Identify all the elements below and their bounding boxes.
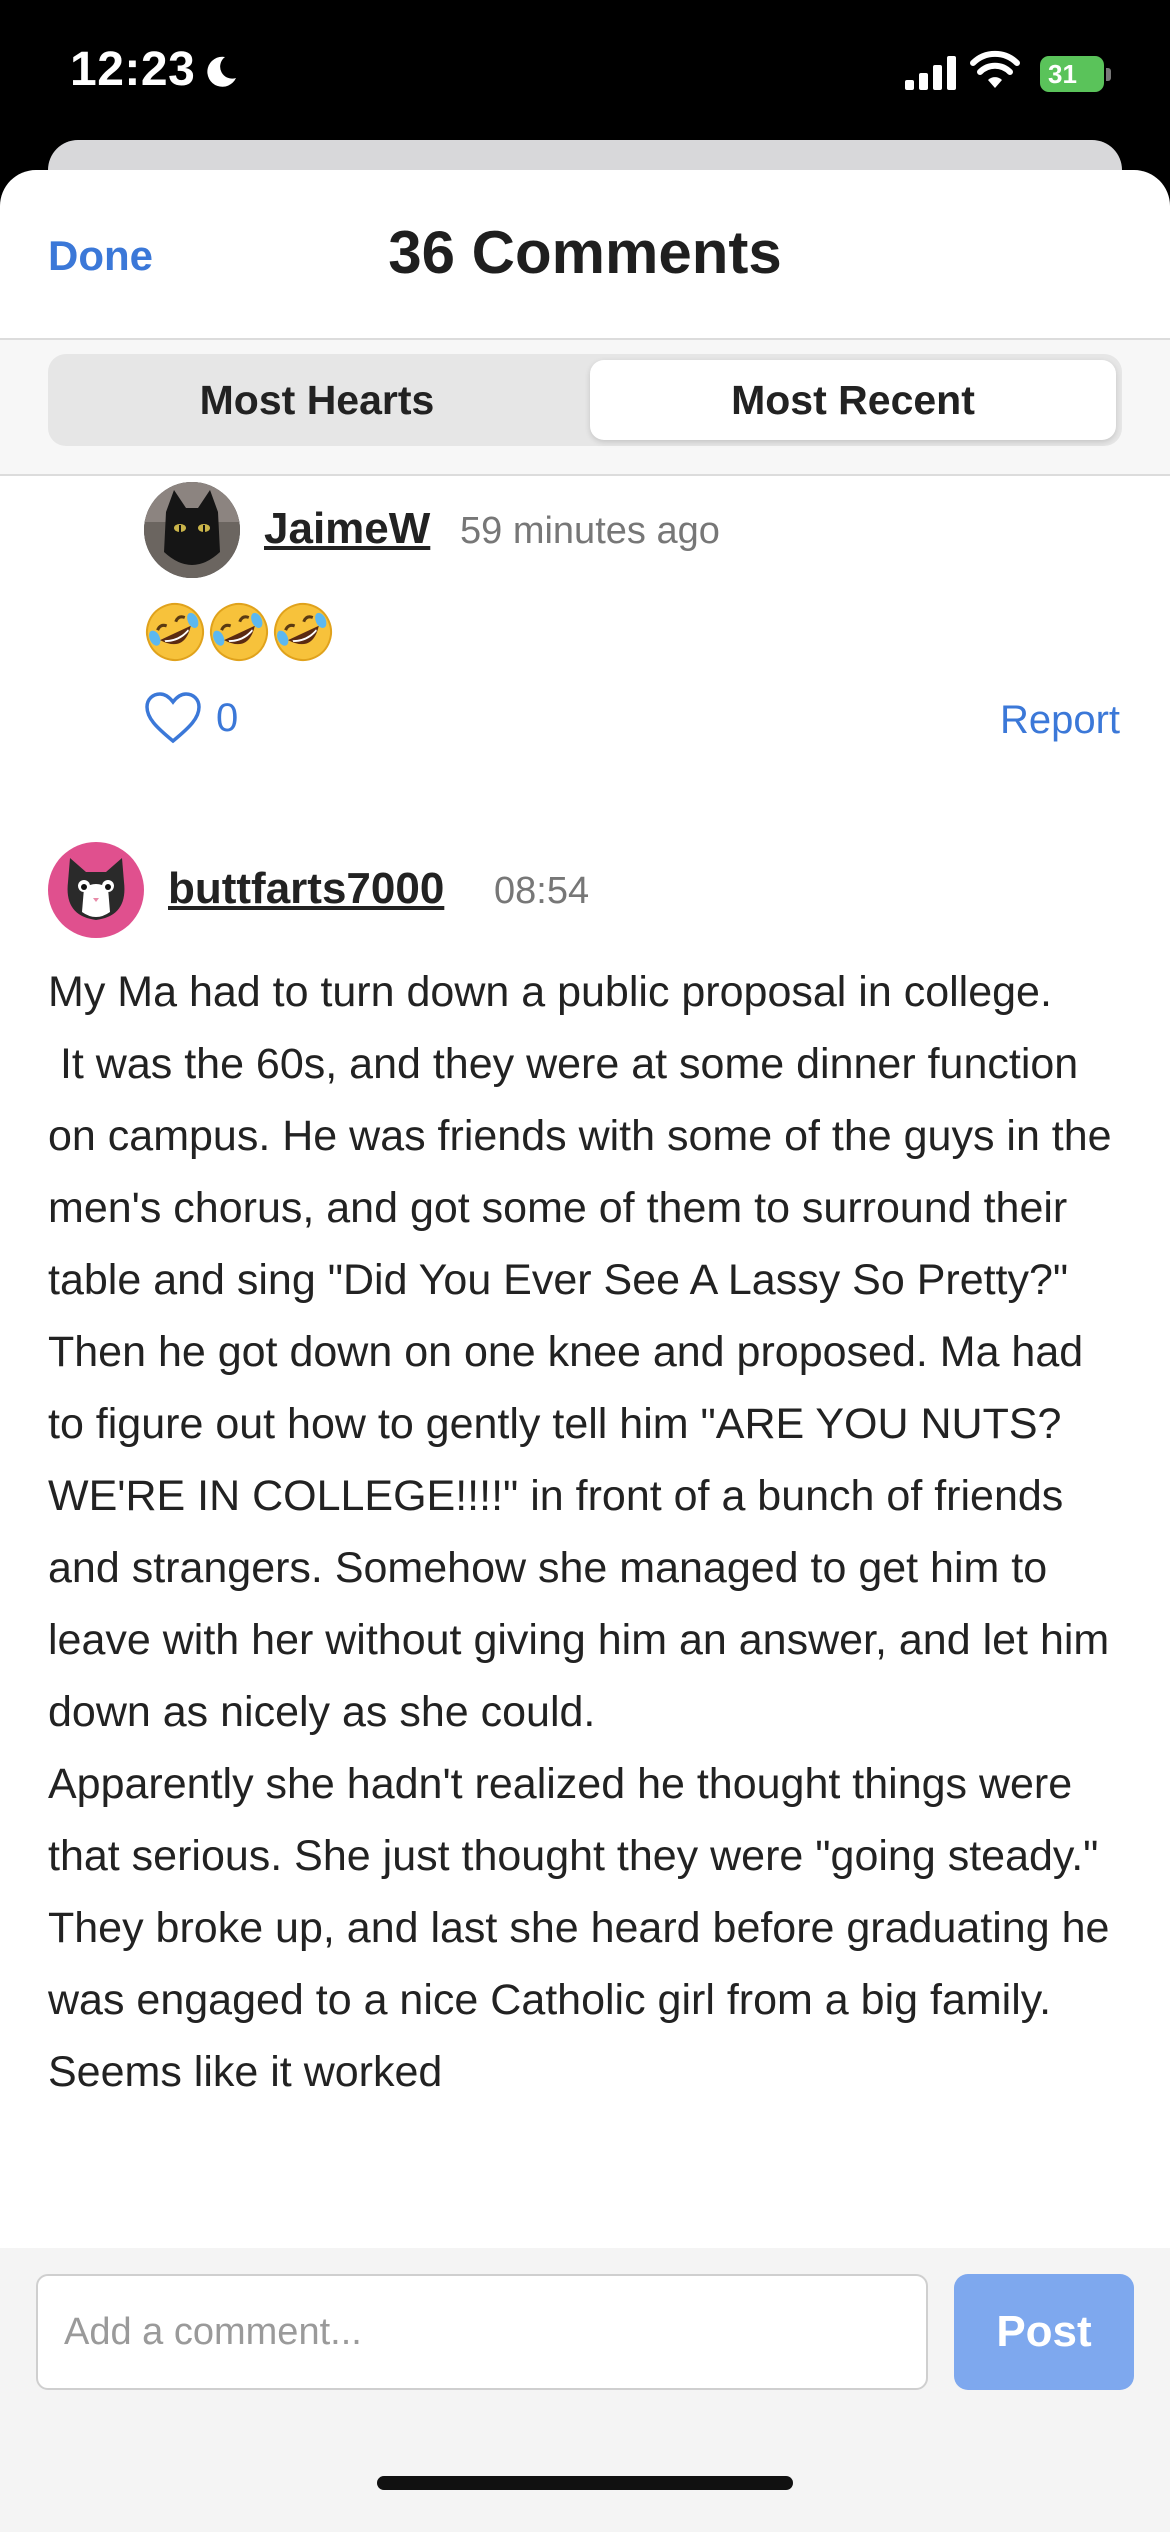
black-cat-avatar-icon	[144, 482, 240, 578]
reply-timestamp: 59 minutes ago	[460, 510, 720, 552]
battery-cap	[1106, 68, 1111, 81]
reply-text	[144, 601, 334, 671]
cellular-signal-icon	[905, 56, 956, 90]
status-time: 12:23	[70, 43, 196, 96]
comment-list[interactable]: JaimeW 59 minutes ago 0 Report buttfarts…	[0, 476, 1170, 2248]
comment-username[interactable]: buttfarts7000	[168, 864, 444, 914]
tab-most-hearts[interactable]: Most Hearts	[54, 360, 580, 440]
avatar[interactable]	[48, 842, 144, 938]
sheet-header: Done 36 Comments	[0, 170, 1170, 340]
like-control[interactable]: 0	[144, 688, 238, 748]
battery-indicator: 31	[1040, 56, 1112, 92]
sort-segmented-control: Most Hearts Most Recent	[48, 354, 1122, 446]
battery-level: 31	[1040, 56, 1104, 92]
wifi-icon	[970, 50, 1020, 88]
sort-tabs-area: Most Hearts Most Recent	[0, 340, 1170, 476]
comment-text: My Ma had to turn down a public proposal…	[48, 968, 1112, 2096]
tab-most-recent[interactable]: Most Recent	[590, 360, 1116, 440]
report-link[interactable]: Report	[1000, 698, 1120, 743]
rolling-laughing-emoji-icon	[146, 603, 204, 661]
comment-timestamp: 08:54	[494, 870, 590, 912]
avatar[interactable]	[144, 482, 240, 578]
heart-icon[interactable]	[144, 691, 202, 745]
reply-username[interactable]: JaimeW	[264, 504, 430, 554]
comments-sheet: Done 36 Comments Most Hearts Most Recent…	[0, 170, 1170, 2532]
post-button[interactable]: Post	[954, 2274, 1134, 2390]
cat-face-avatar-icon	[67, 858, 125, 920]
home-indicator	[377, 2476, 793, 2490]
page-title: 36 Comments	[388, 219, 782, 286]
status-bar: 12:23 31	[0, 0, 1170, 150]
moon-icon	[207, 56, 236, 87]
comment-input[interactable]	[36, 2274, 928, 2390]
comment-composer: Post	[0, 2248, 1170, 2532]
rolling-laughing-emoji-icon	[274, 603, 332, 661]
rolling-laughing-emoji-icon	[210, 603, 268, 661]
like-count: 0	[216, 695, 239, 740]
